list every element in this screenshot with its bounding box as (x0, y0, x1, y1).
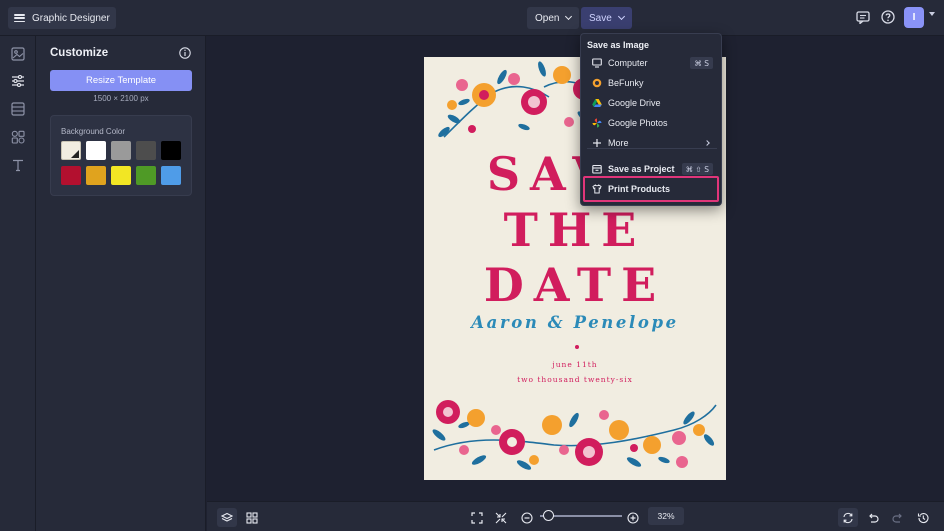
google-drive-icon (592, 98, 602, 108)
headline-line-2[interactable]: THE (424, 207, 726, 253)
befunky-logo-icon (592, 78, 602, 88)
top-bar: Graphic Designer Open Save I (0, 0, 944, 36)
history-button[interactable] (913, 508, 933, 527)
save-label: Save (589, 12, 612, 24)
fit-screen-icon (471, 511, 483, 524)
color-swatch[interactable] (86, 141, 106, 160)
undo-icon (869, 513, 879, 523)
undo-button[interactable] (863, 508, 883, 527)
save-computer-item[interactable]: Computer ⌘ S (585, 54, 719, 72)
floral-garland-bottom (432, 400, 717, 470)
layers-button[interactable] (217, 508, 237, 527)
sync-button[interactable] (838, 508, 858, 527)
actual-size-button[interactable] (491, 508, 511, 527)
zoom-in-icon (627, 511, 639, 524)
headline-line-3[interactable]: DATE (424, 262, 726, 308)
account-chevron-icon[interactable] (929, 12, 935, 16)
layers-icon (221, 512, 233, 522)
menu-divider (587, 148, 717, 149)
google-photos-icon (592, 118, 602, 128)
avatar[interactable]: I (904, 7, 924, 28)
tool-rail (0, 36, 36, 531)
background-color-card: Background Color (50, 115, 192, 196)
open-label: Open (535, 12, 560, 24)
info-icon[interactable] (179, 46, 191, 59)
project-save-icon (592, 164, 602, 174)
monitor-icon (592, 58, 602, 68)
save-google-photos-item[interactable]: Google Photos (585, 114, 719, 132)
chevron-down-icon (617, 12, 625, 21)
befunky-label: BeFunky (608, 78, 644, 88)
selected-corner-icon (71, 150, 79, 158)
history-icon (917, 512, 929, 523)
color-swatch[interactable] (161, 141, 181, 160)
sync-icon (843, 512, 853, 523)
graphics-icon[interactable] (10, 129, 26, 145)
plus-icon (592, 138, 602, 148)
color-swatch[interactable] (111, 141, 131, 160)
grid-icon (246, 511, 258, 524)
zoom-slider-handle[interactable] (542, 510, 554, 521)
event-year[interactable]: two thousand twenty-six (424, 375, 726, 384)
open-dropdown[interactable]: Open (527, 7, 580, 29)
print-products-highlight (583, 176, 719, 202)
computer-shortcut: ⌘ S (690, 57, 713, 69)
chevron-down-icon (565, 12, 573, 21)
color-swatch[interactable] (136, 166, 156, 185)
customize-panel: Customize Resize Template 1500 × 2100 px… (36, 36, 206, 531)
text-icon[interactable] (10, 157, 26, 173)
template-dimensions: 1500 × 2100 px (93, 94, 149, 103)
zoom-level[interactable]: 32% (648, 507, 684, 525)
computer-label: Computer (608, 58, 648, 68)
color-swatch[interactable] (161, 166, 181, 185)
google-drive-label: Google Drive (608, 98, 661, 108)
zoom-out-icon (521, 511, 533, 524)
layout-icon[interactable] (10, 101, 26, 117)
help-icon[interactable] (880, 9, 896, 25)
save-google-drive-item[interactable]: Google Drive (585, 94, 719, 112)
redo-button[interactable] (888, 508, 908, 527)
zoom-out-button[interactable] (517, 508, 537, 527)
hamburger-icon (14, 14, 25, 23)
grid-view-button[interactable] (242, 508, 262, 527)
event-date[interactable]: june 11th (424, 360, 726, 369)
couple-names[interactable]: Aaron & Penelope (424, 313, 726, 332)
zoom-in-button[interactable] (623, 508, 643, 527)
more-label: More (608, 138, 629, 148)
comment-icon[interactable] (855, 9, 871, 25)
color-swatch[interactable] (61, 141, 81, 160)
sliders-icon[interactable] (10, 73, 26, 89)
redo-icon (892, 513, 902, 523)
save-as-image-heading: Save as Image (587, 40, 650, 50)
color-swatch[interactable] (111, 166, 131, 185)
main-menu-button[interactable]: Graphic Designer (8, 7, 116, 29)
color-swatch[interactable] (136, 141, 156, 160)
color-swatch[interactable] (61, 166, 81, 185)
background-color-label: Background Color (61, 127, 126, 136)
save-as-project-shortcut: ⌘ ⇧ S (681, 163, 713, 175)
panel-title: Customize (50, 47, 109, 59)
collapse-icon (495, 512, 507, 523)
resize-template-button[interactable]: Resize Template (50, 70, 192, 91)
google-photos-label: Google Photos (608, 118, 668, 128)
save-befunky-item[interactable]: BeFunky (585, 74, 719, 92)
chevron-right-icon (704, 140, 710, 146)
more-item[interactable]: More (585, 134, 719, 152)
save-as-project-label: Save as Project (608, 164, 675, 174)
fit-screen-button[interactable] (467, 508, 487, 527)
save-dropdown[interactable]: Save (581, 7, 632, 29)
divider-dot (575, 345, 579, 349)
color-swatch[interactable] (86, 166, 106, 185)
image-icon[interactable] (10, 46, 26, 62)
app-title: Graphic Designer (32, 12, 110, 24)
